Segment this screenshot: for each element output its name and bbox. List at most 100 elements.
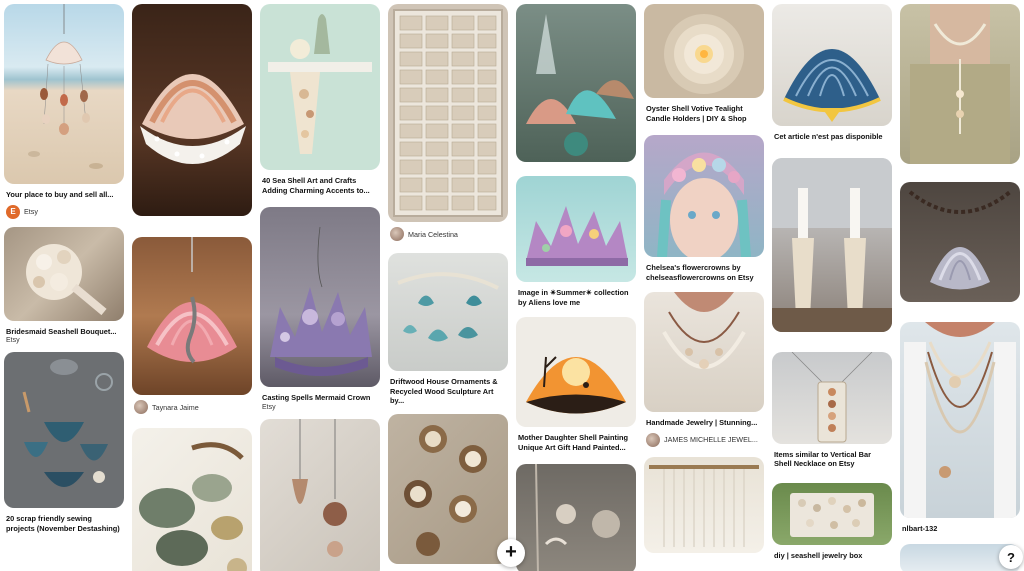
pin-title[interactable]: nlbart-132 [900,524,1020,534]
pin-title[interactable]: Mother Daughter Shell Painting Unique Ar… [516,433,636,452]
pin-card[interactable] [644,456,764,553]
pin-card[interactable]: 20 scrap friendly sewing projects (Novem… [4,352,124,533]
pearl-scallop-shell-image [140,74,246,164]
pin-card[interactable]: Bridesmaid Seashell Bouquet... Etsy [4,226,124,344]
pin-card[interactable]: 40 Sea Shell Art and Crafts Adding Charm… [260,4,380,195]
pin-title[interactable]: 40 Sea Shell Art and Crafts Adding Charm… [260,176,380,195]
add-button[interactable]: + [497,539,525,567]
pin-title[interactable]: Handmade Jewelry | Stunning... [644,418,764,428]
pin-image[interactable] [900,182,1020,302]
pin-card[interactable] [516,4,636,162]
pin-card[interactable]: Cet article n'est pas disponible [772,4,892,142]
pin-image[interactable] [900,4,1020,164]
pin-title[interactable]: Driftwood House Ornaments & Recycled Woo… [388,377,508,406]
pin-image[interactable] [772,482,892,545]
pin-card[interactable] [516,464,636,571]
pin-card[interactable] [388,413,508,564]
pin-title[interactable]: Chelsea's flowercrowns by chelseasflower… [644,263,764,282]
pin-title[interactable]: Casting Spells Mermaid Crown [260,393,380,403]
pin-image[interactable] [260,207,380,387]
seahorse-shell-pendant-image [147,237,237,364]
pin-card[interactable]: Items similar to Vertical Bar Shell Neck… [772,351,892,469]
pin-image[interactable] [900,322,1020,518]
pin-card[interactable]: Mother Daughter Shell Painting Unique Ar… [516,317,636,452]
pin-card[interactable]: Your place to buy and sell all... E Etsy [4,4,124,219]
pin-card[interactable]: Taynara Jaime [132,237,252,414]
seashell-wind-chime-image [28,4,103,169]
pin-subtitle: Etsy [262,403,276,411]
pin-image[interactable] [4,352,124,508]
pin-image[interactable] [132,237,252,395]
pin-image[interactable] [388,413,508,564]
seashell-bouquet-image [26,243,107,315]
pin-image[interactable] [772,4,892,126]
pin-card[interactable]: nlbart-132 [900,322,1020,534]
pin-title[interactable]: Image in ✴Summer✴ collection by Aliens l… [516,288,636,307]
pin-image[interactable] [644,4,764,98]
pin-title[interactable]: 20 scrap friendly sewing projects (Novem… [4,514,124,533]
pin-subtitle: Etsy [6,337,20,344]
pin-image[interactable] [772,157,892,332]
pin-card[interactable] [900,182,1020,302]
column-5: Image in ✴Summer✴ collection by Aliens l… [516,4,636,571]
pin-image[interactable] [516,464,636,571]
pin-card[interactable]: Maria Celestina [388,4,508,241]
column-7: Cet article n'est pas disponible Items s… [772,4,892,568]
column-8: nlbart-132 [900,4,1020,571]
column-3: 40 Sea Shell Art and Crafts Adding Charm… [260,4,380,571]
pin-title[interactable]: Oyster Shell Votive Tealight Candle Hold… [644,104,764,123]
pin-source[interactable]: E Etsy [4,204,124,219]
pin-card[interactable]: Image in ✴Summer✴ collection by Aliens l… [516,176,636,307]
pin-title[interactable]: Cet article n'est pas disponible [772,132,892,142]
pin-card[interactable]: diy | seashell jewelry box [772,482,892,561]
pin-card[interactable] [900,4,1020,164]
pin-image[interactable] [644,135,764,257]
pin-image[interactable] [4,226,124,321]
pin-card[interactable]: Casting Spells Mermaid Crown Etsy [260,207,380,411]
vertical-bar-shell-necklace-image [791,351,873,442]
pin-card[interactable] [772,157,892,332]
pin-image[interactable] [644,292,764,412]
column-2: Taynara Jaime [132,4,252,571]
source-avatar [646,432,660,447]
pin-source[interactable]: Taynara Jaime [132,400,252,414]
column-4: Maria Celestina Driftwood House Ornament… [388,4,508,571]
pin-card[interactable]: Driftwood House Ornaments & Recycled Woo… [388,253,508,406]
pin-image[interactable] [132,428,252,571]
shell-jewelry-flatlay-image [22,359,113,487]
shell-curtain-image [649,464,759,547]
pin-card[interactable]: Chelsea's flowercrowns by chelseasflower… [644,135,764,282]
pin-card[interactable] [260,418,380,571]
help-button[interactable]: ? [999,545,1023,569]
pin-source[interactable]: Maria Celestina [388,227,508,241]
pin-source[interactable]: JAMES MICHELLE JEWEL... [644,432,764,447]
plus-icon: + [505,541,517,563]
scallop-shell-pendant-image [908,190,1012,290]
pin-card[interactable] [132,4,252,216]
pin-title[interactable]: diy | seashell jewelry box [772,551,892,561]
pin-title[interactable]: Your place to buy and sell all... [4,190,124,200]
seashell-jewelry-box-image [790,492,874,537]
pin-image[interactable] [516,176,636,282]
pin-card[interactable]: Oyster Shell Votive Tealight Candle Hold… [644,4,764,123]
source-avatar [134,400,148,414]
pin-image[interactable] [516,4,636,162]
shell-candle-holders-image [404,424,487,556]
pin-card[interactable]: Handmade Jewelry | Stunning... JAMES MIC… [644,292,764,447]
shell-centerpiece-image [526,14,634,156]
pin-image[interactable] [772,351,892,444]
pin-image[interactable] [260,418,380,571]
pin-image[interactable] [260,4,380,170]
pin-card[interactable] [132,428,252,571]
mermaid-crown-image [270,226,372,376]
pin-image[interactable] [644,456,764,553]
source-name: Maria Celestina [408,229,458,239]
pin-title[interactable]: Bridesmaid Seashell Bouquet... [4,327,124,337]
pin-image[interactable] [516,317,636,427]
pin-image[interactable] [388,253,508,371]
pin-title[interactable]: Items similar to Vertical Bar Shell Neck… [772,450,892,469]
pin-image[interactable] [388,4,508,222]
shell-necklace-on-model-image [910,4,1010,164]
pin-image[interactable] [132,4,252,216]
pin-image[interactable] [4,4,124,184]
